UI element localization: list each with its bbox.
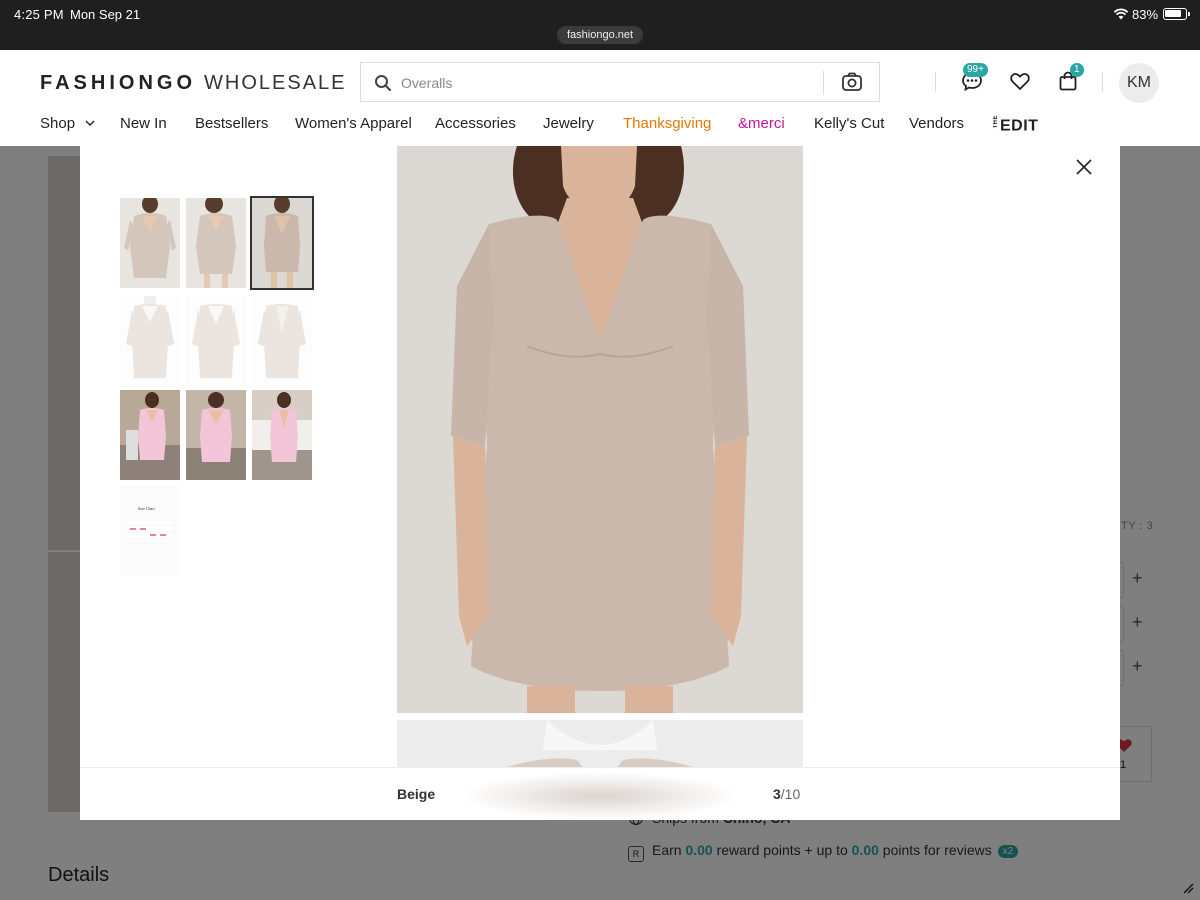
search-input[interactable] [401,71,781,95]
header-divider [1102,72,1103,92]
image-counter: 3/10 [773,786,800,802]
image-counter-current: 3 [773,786,781,802]
the-edit-prefix: THE [993,115,999,129]
chevron-down-icon [85,120,95,126]
avatar[interactable]: KM [1119,63,1159,103]
search-bar [360,62,880,102]
nav-item-merci[interactable]: &merci [738,115,785,132]
battery-icon [1163,8,1190,20]
nav-item-the-edit[interactable]: THEEDIT [993,115,1038,136]
nav-item-thanksgiving[interactable]: Thanksgiving [623,115,711,132]
main-product-image[interactable] [397,146,803,713]
size-chart-title: Size Chart [138,506,155,511]
nav-item-shop[interactable]: Shop [40,115,95,132]
battery-percent: 83% [1132,7,1159,22]
search-icon[interactable] [374,74,392,97]
close-button[interactable] [1073,156,1095,178]
status-date: Mon Sep 21 [70,7,141,22]
nav-item-bestsellers[interactable]: Bestsellers [195,115,268,132]
wifi-icon [1113,7,1129,25]
nav-item-vendors[interactable]: Vendors [909,115,964,132]
image-counter-total: /10 [780,786,801,802]
nav-item-kellys-cut[interactable]: Kelly's Cut [814,115,884,132]
thumbnail-9[interactable] [252,390,312,480]
thumbnail-1[interactable] [120,198,180,288]
color-name: Beige [397,786,436,802]
nav-item-new-in[interactable]: New In [120,115,167,132]
status-bar: 4:25 PM Mon Sep 21 fashiongo.net 83% [0,0,1200,50]
thumbnail-5[interactable] [186,294,246,384]
search-divider [823,71,824,95]
resize-handle-icon [1182,882,1194,897]
header-divider [935,72,936,92]
nav-item-jewelry[interactable]: Jewelry [543,115,594,132]
cart-badge: 1 [1070,63,1084,77]
nav-item-womens-apparel[interactable]: Women's Apparel [295,115,412,132]
heart-icon[interactable] [1009,70,1031,97]
url-pill[interactable]: fashiongo.net [557,26,644,44]
thumbnail-8[interactable] [186,390,246,480]
fashiongo-logo[interactable]: FASHIONGO WHOLESALE [40,72,347,95]
close-icon [1076,159,1092,175]
site-header: FASHIONGO WHOLESALE 99+ 1 KM Shop New In … [0,50,1200,146]
thumbnail-6[interactable] [252,294,312,384]
blurred-thumbnail-strip [460,772,740,820]
nav-label: Shop [40,115,76,132]
thumbnail-3-selected[interactable] [250,196,314,290]
main-nav: Shop New In Bestsellers Women's Apparel … [0,114,1200,144]
messages-badge: 99+ [963,63,988,77]
status-time: 4:25 PM [14,7,64,22]
thumbnail-7[interactable] [120,390,180,480]
thumbnail-4[interactable] [120,294,180,384]
thumbnail-10-size-chart[interactable]: Size Chart [120,486,180,576]
logo-brand: FASHIONGO [40,72,197,94]
gallery-footer: Beige 3/10 [80,767,1120,820]
logo-sub: WHOLESALE [204,72,347,94]
thumbnail-2[interactable] [186,198,246,288]
image-gallery-modal: Size Chart Beige 3/10 [80,146,1120,820]
camera-search-icon[interactable] [841,71,863,98]
the-edit-label: EDIT [1000,117,1039,135]
nav-item-accessories[interactable]: Accessories [435,115,516,132]
